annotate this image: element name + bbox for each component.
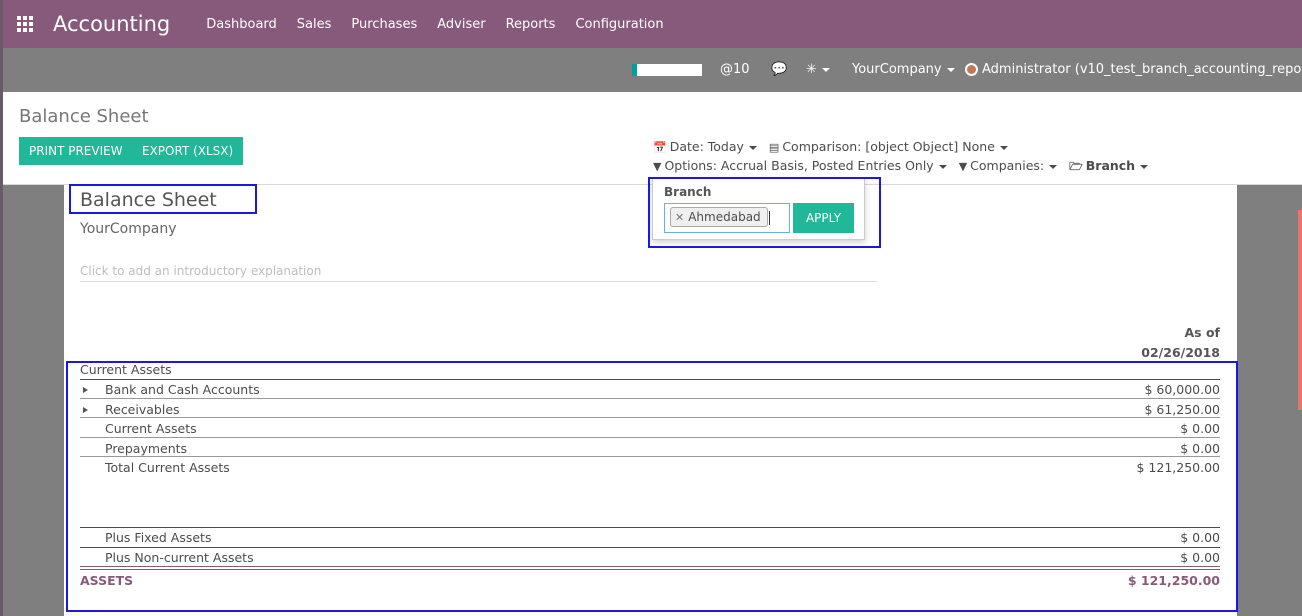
branch-label: Branch bbox=[664, 185, 712, 199]
main-navbar: Accounting Dashboard Sales Purchases Adv… bbox=[3, 0, 1302, 48]
as-of-header: As of 02/26/2018 bbox=[1141, 323, 1220, 363]
row-amount[interactable]: $ 0.00 bbox=[1180, 441, 1220, 456]
top-menu: Dashboard Sales Purchases Adviser Report… bbox=[196, 17, 673, 32]
row-label: ASSETS bbox=[80, 573, 134, 588]
report-company: YourCompany bbox=[80, 221, 177, 237]
companies-filter[interactable]: ▼ Companies: bbox=[958, 158, 1058, 173]
chevron-down-icon bbox=[1049, 164, 1058, 169]
branch-input[interactable]: ✕ Ahmedabad bbox=[664, 203, 790, 233]
filter-icon: ▼ bbox=[958, 160, 968, 173]
caret-right-icon[interactable] bbox=[83, 387, 88, 393]
user-name: Administrator (v10_test_branch_accountin… bbox=[982, 62, 1302, 77]
row-label: Plus Non-current Assets bbox=[105, 550, 254, 565]
branch-tag-label: Ahmedabad bbox=[688, 210, 761, 224]
table-row: Plus Fixed Assets $ 0.00 bbox=[80, 528, 1220, 548]
row-amount: $ 121,250.00 bbox=[1136, 460, 1221, 475]
table-row: Current Assets bbox=[80, 360, 1220, 380]
remove-tag-icon[interactable]: ✕ bbox=[675, 211, 684, 224]
table-row[interactable]: Bank and Cash Accounts $ 60,000.00 bbox=[80, 380, 1220, 400]
divider bbox=[80, 437, 1220, 438]
table-row: Total Current Assets $ 121,250.00 bbox=[80, 458, 1220, 478]
control-panel: Balance Sheet PRINT PREVIEW EXPORT (XLSX… bbox=[3, 92, 1302, 185]
row-amount[interactable]: $ 61,250.00 bbox=[1144, 402, 1220, 417]
chevron-down-icon bbox=[821, 67, 830, 72]
menu-dashboard[interactable]: Dashboard bbox=[196, 17, 287, 32]
report-sheet: Balance Sheet YourCompany Click to add a… bbox=[64, 185, 1237, 616]
user-menu[interactable]: Administrator (v10_test_branch_accountin… bbox=[965, 62, 1302, 77]
scrollbar[interactable] bbox=[1298, 210, 1302, 410]
branch-filter[interactable]: 🗁 Branch bbox=[1069, 158, 1149, 173]
branch-dropdown: Branch ✕ Ahmedabad APPLY bbox=[652, 178, 865, 240]
messages-counter[interactable]: @10 bbox=[720, 62, 750, 77]
assets-total-row: ASSETS $ 121,250.00 bbox=[80, 571, 1220, 591]
loading-progress bbox=[632, 64, 702, 76]
chevron-down-icon bbox=[1140, 164, 1149, 169]
calendar-icon: 📅 bbox=[653, 141, 667, 154]
bar-chart-icon: ▤ bbox=[768, 141, 780, 154]
row-label: Receivables bbox=[105, 402, 180, 417]
row-label: Plus Fixed Assets bbox=[105, 530, 212, 545]
menu-reports[interactable]: Reports bbox=[496, 17, 566, 32]
company-name: YourCompany bbox=[852, 62, 942, 77]
debug-bug-icon[interactable]: ✳ bbox=[806, 62, 830, 77]
chevron-down-icon bbox=[938, 164, 947, 169]
menu-configuration[interactable]: Configuration bbox=[565, 17, 673, 32]
chevron-down-icon bbox=[748, 145, 757, 150]
systray-bar: @10 💬 ✳ YourCompany Administrator (v10_t… bbox=[3, 48, 1302, 92]
row-label: Prepayments bbox=[105, 441, 188, 456]
table-row: Current Assets $ 0.00 bbox=[80, 419, 1220, 439]
chat-icon[interactable]: 💬 bbox=[771, 62, 787, 77]
divider bbox=[80, 417, 1220, 418]
text-cursor bbox=[769, 211, 770, 225]
date-filter[interactable]: 📅 Date: Today bbox=[653, 139, 757, 154]
row-amount[interactable]: $ 60,000.00 bbox=[1144, 382, 1220, 397]
export-xlsx-button[interactable]: EXPORT (XLSX) bbox=[132, 137, 244, 165]
app-name: Accounting bbox=[53, 12, 171, 36]
row-amount: $ 121,250.00 bbox=[1127, 573, 1220, 588]
row-label: Current Assets bbox=[80, 362, 172, 377]
row-amount: $ 0.00 bbox=[1180, 550, 1220, 565]
company-switcher[interactable]: YourCompany bbox=[852, 62, 955, 77]
folder-open-icon: 🗁 bbox=[1069, 160, 1083, 173]
chevron-down-icon bbox=[946, 67, 955, 72]
total-divider bbox=[80, 566, 1220, 570]
apps-menu-icon[interactable] bbox=[17, 15, 35, 33]
filters-row-1: 📅 Date: Today ▤ Comparison: [object Object… bbox=[653, 139, 1016, 154]
filters-row-2: ▼ Options: Accrual Basis, Posted Entries … bbox=[653, 158, 1156, 177]
options-filter[interactable]: ▼ Options: Accrual Basis, Posted Entries … bbox=[653, 158, 947, 173]
row-label: Total Current Assets bbox=[105, 460, 230, 475]
breadcrumb: Balance Sheet bbox=[19, 106, 149, 127]
as-of-label: As of bbox=[1184, 325, 1221, 340]
divider bbox=[80, 456, 1220, 457]
menu-adviser[interactable]: Adviser bbox=[427, 17, 495, 32]
chevron-down-icon bbox=[999, 145, 1008, 150]
row-label: Bank and Cash Accounts bbox=[105, 382, 260, 397]
intro-explanation-field[interactable]: Click to add an introductory explanation bbox=[80, 264, 877, 282]
row-amount[interactable]: $ 0.00 bbox=[1180, 421, 1220, 436]
row-amount: $ 0.00 bbox=[1180, 530, 1220, 545]
row-label: Current Assets bbox=[105, 421, 197, 436]
filter-icon: ▼ bbox=[653, 160, 662, 173]
menu-purchases[interactable]: Purchases bbox=[341, 17, 427, 32]
report-title: Balance Sheet bbox=[80, 189, 217, 211]
comparison-filter[interactable]: ▤ Comparison: [object Object] None bbox=[769, 139, 1008, 154]
print-preview-button[interactable]: PRINT PREVIEW bbox=[19, 137, 133, 165]
divider bbox=[80, 398, 1220, 399]
avatar bbox=[965, 63, 978, 76]
table-row: Plus Non-current Assets $ 0.00 bbox=[80, 548, 1220, 568]
menu-sales[interactable]: Sales bbox=[287, 17, 342, 32]
branch-tag: ✕ Ahmedabad bbox=[670, 207, 768, 227]
caret-right-icon[interactable] bbox=[83, 407, 88, 413]
apply-button[interactable]: APPLY bbox=[793, 203, 854, 233]
